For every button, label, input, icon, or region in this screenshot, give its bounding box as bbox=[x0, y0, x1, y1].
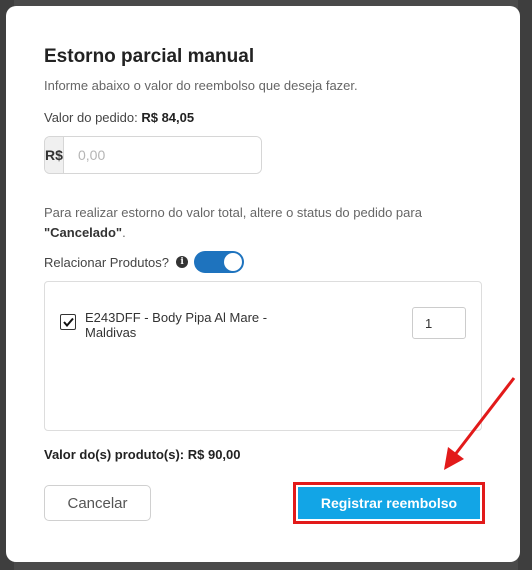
products-total: Valor do(s) produto(s): R$ 90,00 bbox=[44, 447, 241, 462]
refund-amount-input[interactable] bbox=[64, 137, 261, 173]
order-value-amount: R$ 84,05 bbox=[141, 110, 195, 125]
modal-title: Estorno parcial manual bbox=[44, 46, 255, 67]
partial-refund-modal: Estorno parcial manual Informe abaixo o … bbox=[6, 6, 520, 562]
relate-products-toggle[interactable] bbox=[194, 251, 245, 273]
products-total-label: Valor do(s) produto(s): bbox=[44, 447, 185, 462]
products-total-value: R$ 90,00 bbox=[187, 447, 241, 462]
info-text-part: Para realizar estorno do valor total, al… bbox=[44, 205, 422, 220]
product-checkbox[interactable] bbox=[60, 314, 76, 330]
products-list: E243DFF - Body Pipa Al Mare - Maldivas bbox=[44, 281, 482, 431]
register-refund-button[interactable]: Registrar reembolso bbox=[298, 487, 480, 519]
checkmark-icon bbox=[62, 317, 74, 327]
register-highlight-box: Registrar reembolso bbox=[293, 482, 485, 524]
refund-amount-group: R$ bbox=[44, 136, 262, 174]
relate-products-row: Relacionar Produtos? i bbox=[44, 250, 245, 274]
info-icon[interactable]: i bbox=[176, 256, 189, 268]
info-text-status: "Cancelado" bbox=[44, 225, 123, 240]
info-text-end: . bbox=[122, 225, 126, 240]
cancel-info-text: Para realizar estorno do valor total, al… bbox=[44, 203, 444, 243]
cancel-button[interactable]: Cancelar bbox=[44, 485, 151, 521]
product-quantity-input[interactable] bbox=[412, 307, 466, 339]
order-value-row: Valor do pedido: R$ 84,05 bbox=[44, 110, 194, 125]
backdrop-right bbox=[518, 0, 532, 570]
product-name: E243DFF - Body Pipa Al Mare - Maldivas bbox=[85, 310, 268, 340]
currency-prefix: R$ bbox=[45, 137, 64, 173]
order-value-label: Valor do pedido: bbox=[44, 110, 138, 125]
modal-subtitle: Informe abaixo o valor do reembolso que … bbox=[44, 78, 358, 93]
toggle-knob bbox=[224, 253, 243, 271]
relate-products-label: Relacionar Produtos? bbox=[44, 254, 170, 270]
